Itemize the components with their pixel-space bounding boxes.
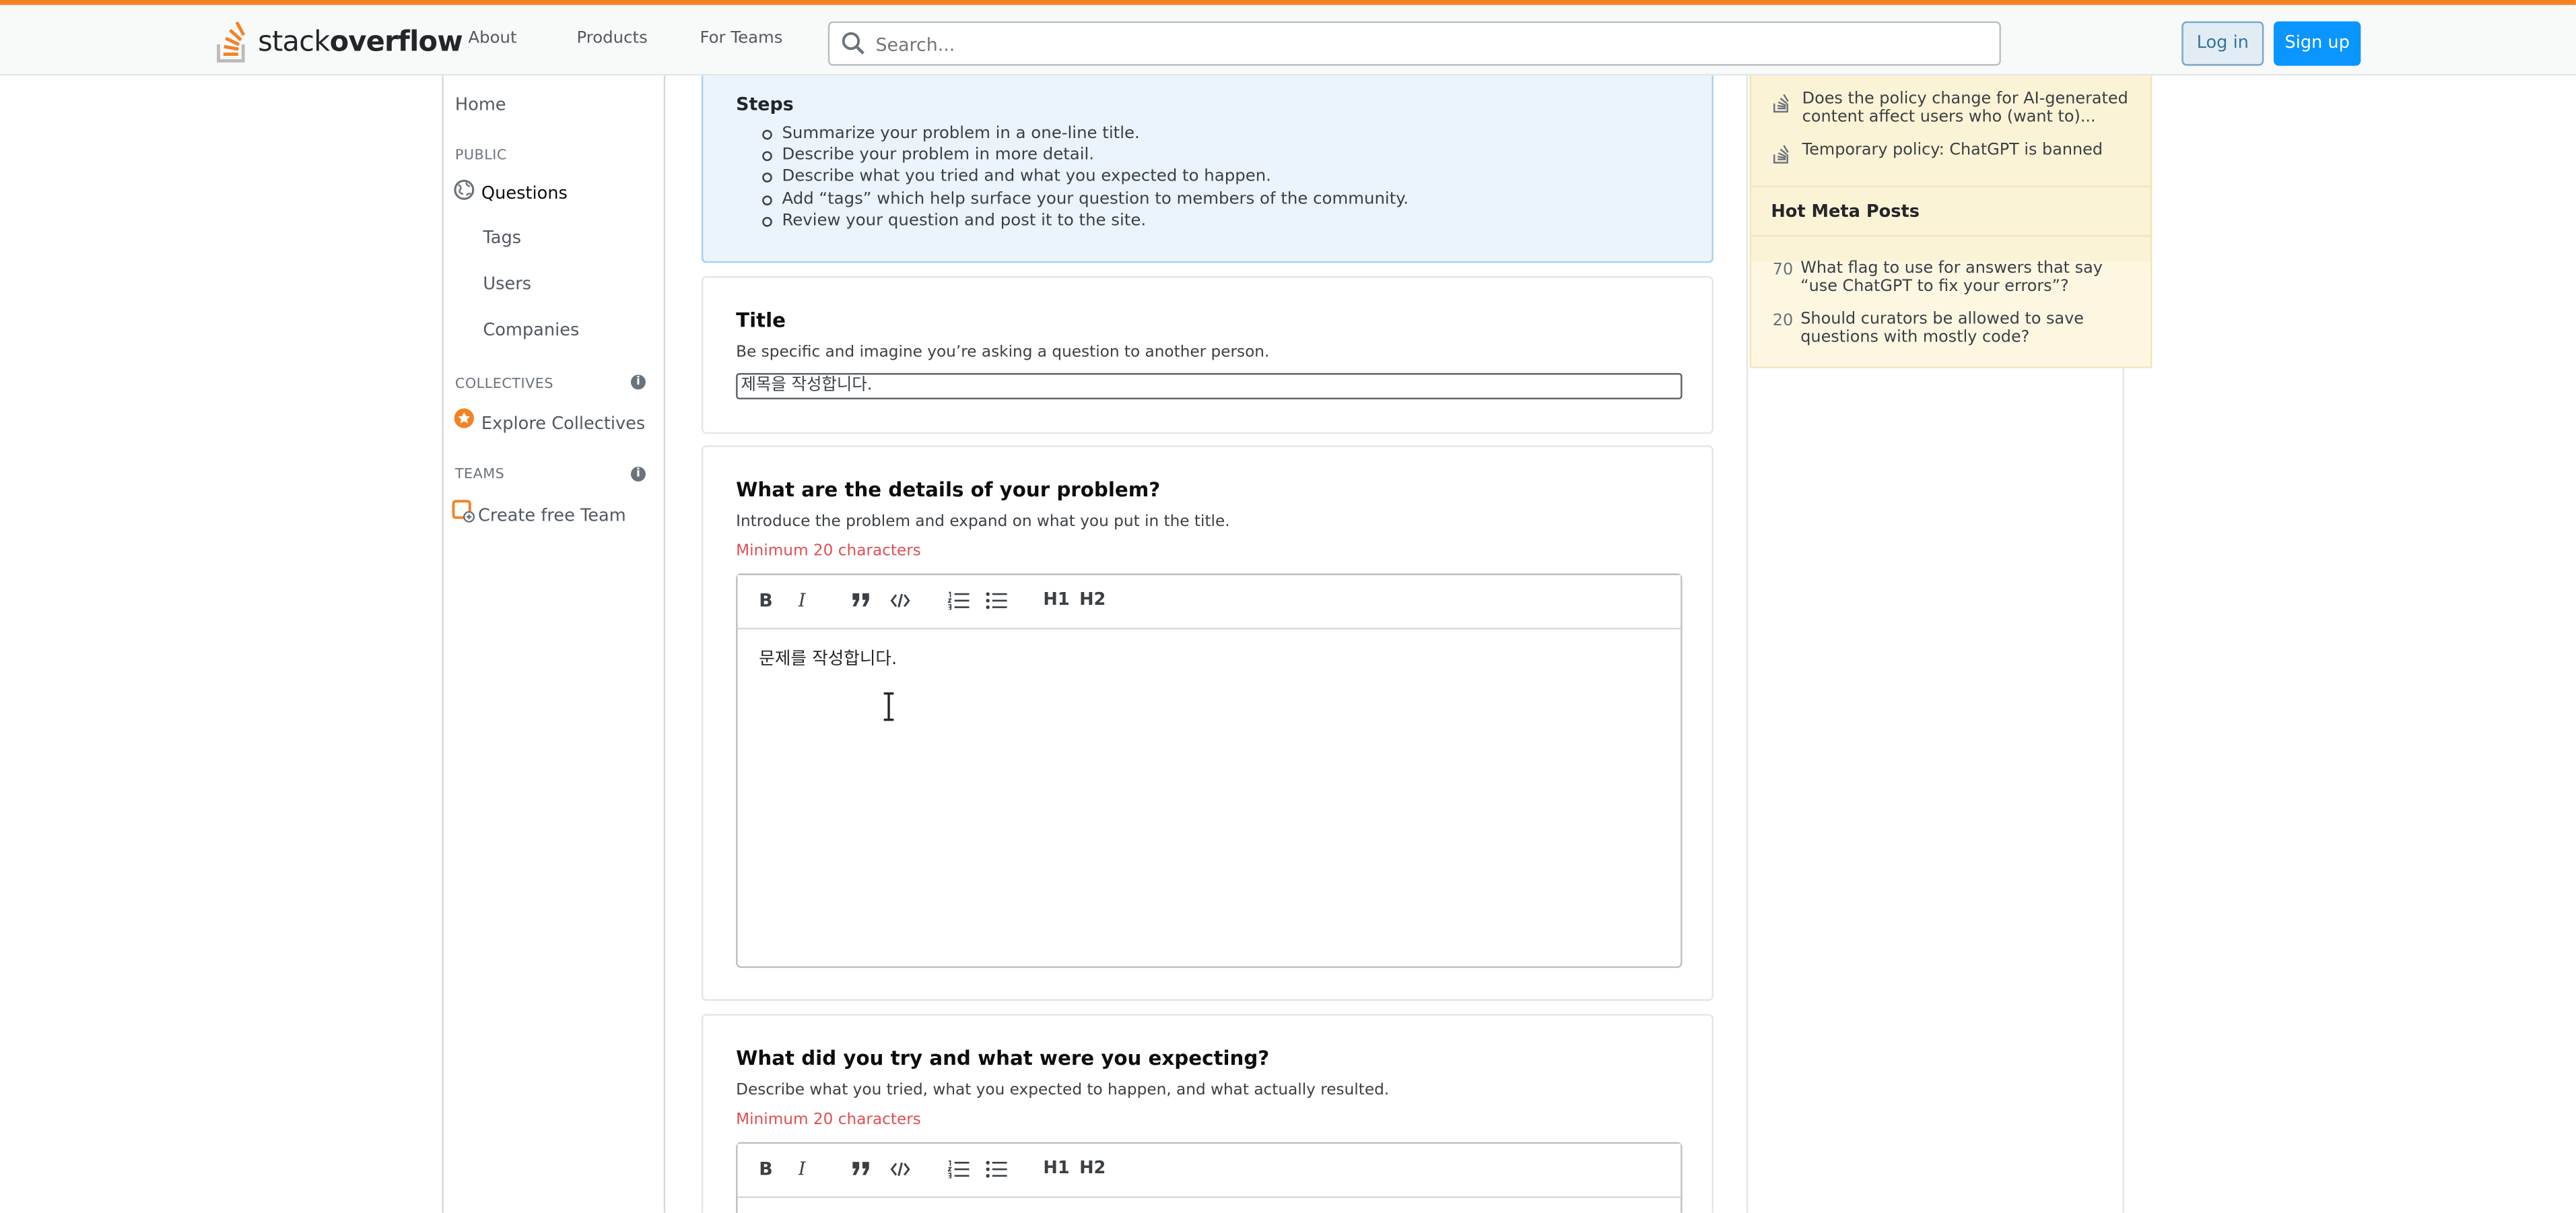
sidebar-item-companies[interactable]: Companies [483, 321, 579, 340]
list-item: Add “tags” which help surface your quest… [762, 189, 1409, 210]
details-heading: What are the details of your problem? [736, 478, 1161, 502]
meta-featured-link[interactable]: Temporary policy: ChatGPT is banned [1802, 142, 2139, 160]
search-input[interactable] [872, 29, 1980, 61]
hot-meta-title: Hot Meta Posts [1771, 202, 1920, 222]
search-box[interactable] [827, 21, 2001, 66]
sidebar-heading-teams: TEAMS [454, 466, 505, 484]
hot-meta-header: Hot Meta Posts [1751, 185, 2150, 237]
nav-products[interactable]: Products [576, 30, 647, 48]
nav-about[interactable]: About [468, 30, 516, 48]
hot-meta-link[interactable]: What flag to use for answers that say “u… [1800, 260, 2137, 296]
title-input[interactable]: 제목을 작성합니다. [736, 372, 1683, 399]
steps-list: Summarize your problem in a one-line tit… [762, 123, 1409, 232]
heading1-button[interactable]: H1 [1043, 590, 1069, 610]
italic-button[interactable]: I [799, 590, 806, 612]
globe-icon [454, 179, 475, 200]
heading2-button[interactable]: H2 [1079, 590, 1106, 610]
login-button[interactable]: Log in [2181, 21, 2264, 66]
hot-meta-score: 20 [1772, 312, 1794, 331]
details-card: What are the details of your problem? In… [701, 445, 1714, 1001]
title-heading: Title [736, 308, 786, 332]
sidebar-item-questions[interactable]: Questions [481, 184, 568, 203]
bullet-list-icon[interactable] [986, 591, 1007, 610]
tried-hint: Describe what you tried, what you expect… [736, 1081, 1390, 1100]
tried-heading: What did you try and what were you expec… [736, 1047, 1270, 1070]
meta-stack-icon [1773, 94, 1789, 113]
italic-button[interactable]: I [799, 1158, 806, 1180]
sidebar-item-create-team[interactable]: Create free Team [478, 506, 626, 526]
stackoverflow-logo-icon [217, 21, 246, 63]
site-logo[interactable]: stackoverflow [215, 18, 463, 67]
tried-error: Minimum 20 characters [736, 1111, 921, 1129]
title-hint: Be specific and imagine you’re asking a … [736, 343, 1270, 362]
details-editor[interactable]: B I H1 H2 문제를 작성합니다. [736, 573, 1683, 969]
collectives-star-icon [454, 408, 474, 428]
text-cursor-icon [883, 692, 894, 721]
sidebar-item-users[interactable]: Users [483, 274, 531, 294]
sidebar-heading-collectives: COLLECTIVES [454, 376, 554, 393]
editor-toolbar: B I H1 H2 [737, 1144, 1681, 1198]
top-bar: stackoverflow About Products For Teams L… [0, 0, 2576, 76]
sidebar-item-explore-collectives[interactable]: Explore Collectives [481, 414, 645, 434]
bullet-list-icon[interactable] [986, 1160, 1007, 1179]
meta-featured-link[interactable]: Does the policy change for AI-generated … [1802, 91, 2139, 127]
list-item: Summarize your problem in a one-line tit… [762, 123, 1409, 145]
steps-panel: Steps Summarize your problem in a one-li… [701, 75, 1714, 263]
blockquote-icon[interactable] [851, 591, 871, 608]
steps-title: Steps [736, 94, 794, 115]
blockquote-icon[interactable] [851, 1160, 871, 1177]
logo-text: stackoverflow [258, 26, 463, 59]
left-sidebar [442, 75, 666, 1213]
page: stackoverflow About Products For Teams L… [0, 0, 2576, 1213]
details-error: Minimum 20 characters [736, 542, 921, 561]
search-icon [842, 32, 865, 55]
numbered-list-icon[interactable] [947, 1160, 970, 1179]
meta-stack-icon [1773, 145, 1789, 164]
details-hint: Introduce the problem and expand on what… [736, 513, 1230, 531]
editor-toolbar: B I H1 H2 [737, 575, 1681, 630]
code-icon[interactable] [890, 593, 910, 608]
title-card: Title Be specific and imagine you’re ask… [701, 275, 1714, 434]
sidebar-item-tags[interactable]: Tags [483, 228, 521, 248]
heading1-button[interactable]: H1 [1043, 1158, 1069, 1178]
sidebar-item-home[interactable]: Home [455, 96, 506, 115]
list-item: Describe your problem in more detail. [762, 145, 1409, 166]
teams-info-icon[interactable]: i [630, 466, 646, 482]
bold-button[interactable]: B [759, 590, 772, 612]
tried-card: What did you try and what were you expec… [701, 1014, 1714, 1213]
tried-editor[interactable]: B I H1 H2 [736, 1142, 1683, 1213]
meta-widget: Does the policy change for AI-generated … [1749, 75, 2153, 368]
nav-for-teams[interactable]: For Teams [700, 30, 782, 48]
hot-meta-score: 70 [1772, 261, 1794, 280]
signup-button[interactable]: Sign up [2273, 21, 2361, 66]
details-body-text: 문제를 작성합니다. [759, 649, 897, 669]
heading2-button[interactable]: H2 [1079, 1158, 1106, 1178]
hot-meta-link[interactable]: Should curators be allowed to save quest… [1800, 311, 2137, 347]
collectives-info-icon[interactable]: i [630, 374, 646, 390]
list-item: Describe what you tried and what you exp… [762, 166, 1409, 188]
bold-button[interactable]: B [759, 1158, 772, 1180]
list-item: Review your question and post it to the … [762, 210, 1409, 232]
sidebar-heading-public: PUBLIC [454, 147, 507, 164]
numbered-list-icon[interactable] [947, 591, 970, 610]
code-icon[interactable] [890, 1162, 910, 1177]
create-team-icon [452, 500, 475, 523]
